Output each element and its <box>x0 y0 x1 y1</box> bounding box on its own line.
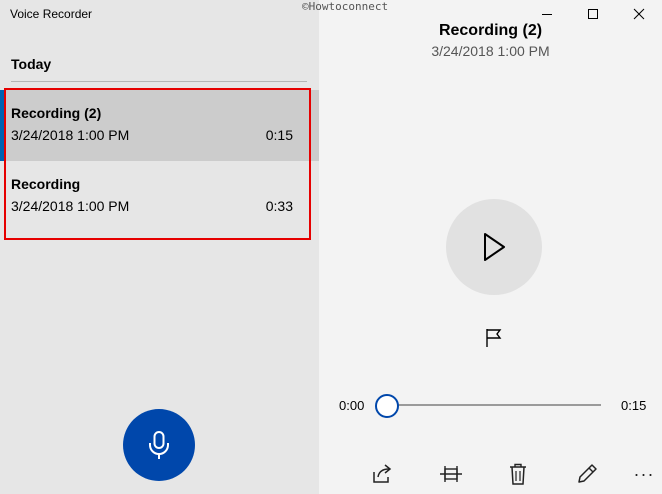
current-time: 0:00 <box>339 398 365 413</box>
app-title: Voice Recorder <box>10 7 93 21</box>
seek-track[interactable] <box>386 404 601 406</box>
total-time: 0:15 <box>621 398 647 413</box>
recording-date: 3/24/2018 1:00 PM <box>11 127 130 143</box>
recording-date: 3/24/2018 1:00 PM <box>11 198 130 214</box>
player-date: 3/24/2018 1:00 PM <box>431 43 550 59</box>
rename-button[interactable] <box>573 460 601 488</box>
delete-button[interactable] <box>504 460 532 488</box>
more-options-button[interactable]: ··· <box>630 460 658 488</box>
share-icon <box>373 464 392 483</box>
selection-indicator <box>0 90 4 161</box>
play-button[interactable] <box>446 199 542 295</box>
watermark: ©Howtoconnect <box>302 0 389 13</box>
recording-item-2[interactable]: Recording 3/24/2018 1:00 PM 0:33 <box>0 161 319 232</box>
record-button[interactable] <box>123 409 195 481</box>
recording-duration: 0:33 <box>265 198 293 214</box>
recordings-list: Recording (2) 3/24/2018 1:00 PM 0:15 Rec… <box>0 90 319 232</box>
flag-icon <box>486 329 502 347</box>
recording-duration: 0:15 <box>265 127 293 143</box>
close-icon <box>633 8 645 20</box>
recordings-pane: Voice Recorder Today Recording (2) 3/24/… <box>0 0 319 494</box>
minimize-icon <box>542 14 552 15</box>
player-toolbar: ··· <box>319 456 662 492</box>
trim-icon <box>440 466 462 482</box>
seek-thumb[interactable] <box>375 394 399 418</box>
share-button[interactable] <box>368 460 396 488</box>
player-title: Recording (2) <box>438 22 543 39</box>
recording-item-1[interactable]: Recording (2) 3/24/2018 1:00 PM 0:15 <box>0 90 319 161</box>
recording-name: Recording (2) <box>11 105 102 121</box>
recording-name: Recording <box>11 176 81 192</box>
trash-icon <box>510 463 526 485</box>
add-marker-button[interactable] <box>483 327 505 349</box>
section-header-today: Today <box>11 56 52 72</box>
play-icon <box>484 233 505 261</box>
section-divider <box>11 81 307 82</box>
microphone-icon <box>149 431 169 459</box>
maximize-icon <box>588 9 598 19</box>
pencil-icon <box>578 464 597 483</box>
trim-button[interactable] <box>437 460 465 488</box>
